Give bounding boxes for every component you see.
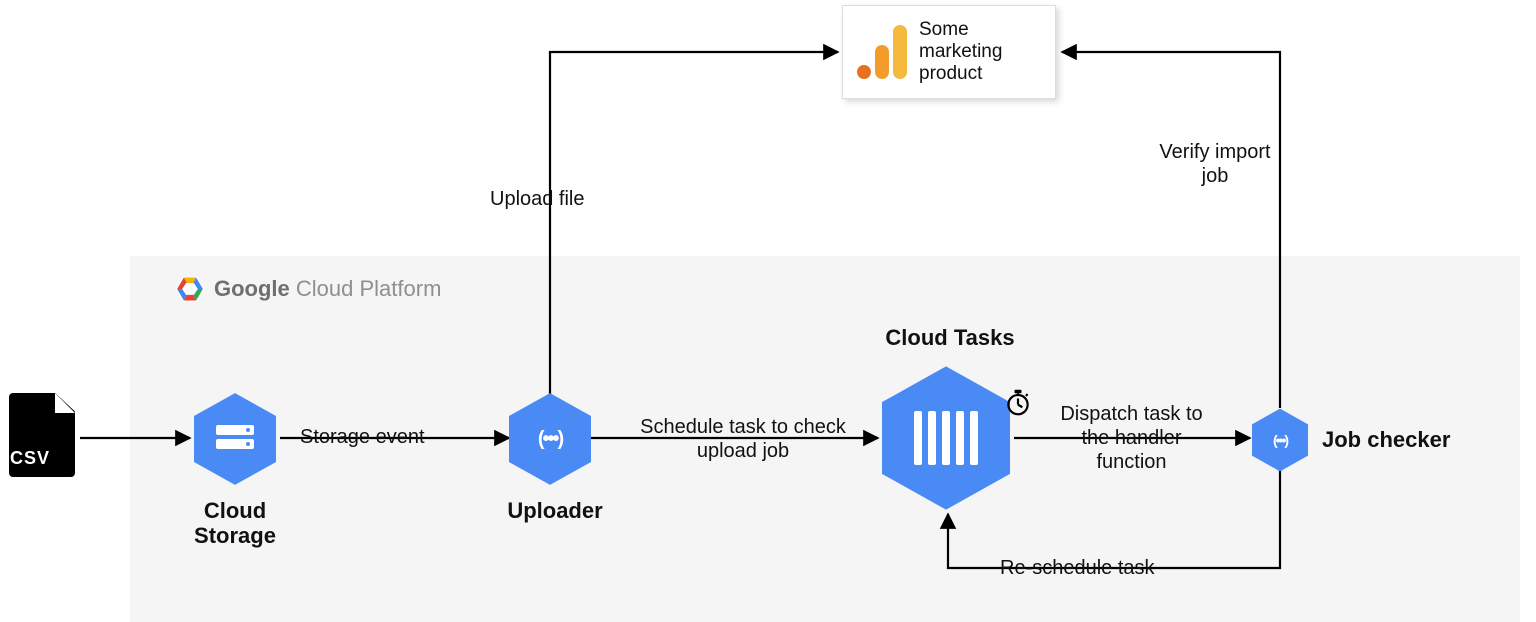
stopwatch-icon xyxy=(1004,388,1032,416)
cloud-tasks-icon xyxy=(882,366,1010,510)
job-checker-label: Job checker xyxy=(1322,427,1450,452)
gcp-logo-icon xyxy=(176,276,204,302)
edge-storage-event: Storage event xyxy=(300,425,425,449)
gcp-title: Google Cloud Platform xyxy=(176,276,441,302)
marketing-product-card: Some marketing product xyxy=(842,5,1056,99)
csv-file-label: CSV xyxy=(10,448,50,469)
edge-reschedule-task: Re-schedule task xyxy=(1000,556,1155,580)
gcp-brand: Google xyxy=(214,276,290,301)
cloud-tasks-label: Cloud Tasks xyxy=(875,325,1025,350)
uploader-icon: (•••) xyxy=(509,393,591,485)
edge-verify-import: Verify import job xyxy=(1145,140,1285,188)
diagram-canvas: Google Cloud Platform CSV Cloud Storage xyxy=(0,0,1536,622)
analytics-icon xyxy=(857,25,907,79)
uploader-label: Uploader xyxy=(505,498,605,523)
gcp-name: Cloud Platform xyxy=(296,276,442,301)
cloud-storage-icon xyxy=(194,393,276,485)
edge-schedule-task: Schedule task to check upload job xyxy=(628,415,858,463)
edge-dispatch-task: Dispatch task to the handler function xyxy=(1044,402,1219,474)
marketing-product-label: Some marketing product xyxy=(919,19,1041,85)
cloud-storage-label: Cloud Storage xyxy=(175,498,295,549)
edge-upload-file: Upload file xyxy=(490,187,585,211)
job-checker-icon: (•••) xyxy=(1252,408,1308,472)
